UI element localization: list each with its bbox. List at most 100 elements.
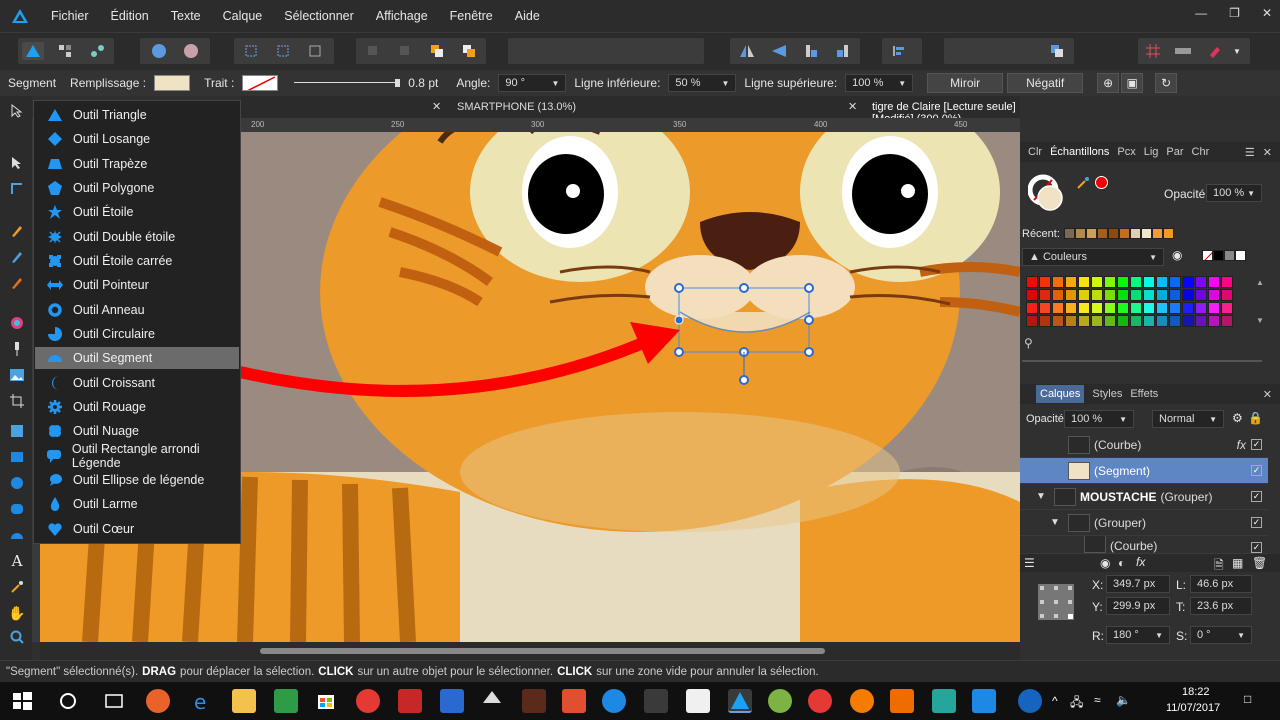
tool-polygon[interactable]: Outil Polygone xyxy=(35,177,239,199)
palette-swatch[interactable] xyxy=(1052,289,1064,301)
menu-view[interactable]: Affichage xyxy=(365,9,439,23)
recent-swatch[interactable] xyxy=(1152,228,1163,239)
scroll-down-icon[interactable]: ▼ xyxy=(1256,316,1264,325)
minimize-icon[interactable]: — xyxy=(1195,6,1207,20)
expand-icon[interactable]: ▼ xyxy=(1050,517,1068,528)
tool-ring[interactable]: Outil Anneau xyxy=(35,299,239,321)
designer-persona-icon[interactable] xyxy=(22,42,44,60)
hand-tool-icon[interactable]: ✋ xyxy=(8,604,26,622)
color-app-icon[interactable] xyxy=(932,689,956,713)
segment-tool-icon[interactable] xyxy=(8,526,26,544)
opacity-dropdown[interactable]: 100 % ▼ xyxy=(1206,184,1262,202)
palette-swatch[interactable] xyxy=(1169,276,1181,288)
brush-tool-icon[interactable] xyxy=(8,274,26,292)
palette-swatch[interactable] xyxy=(1039,289,1051,301)
tool-square-star[interactable]: Outil Étoile carrée xyxy=(35,250,239,272)
shear-dropdown[interactable]: 0 ° ▼ xyxy=(1190,626,1252,644)
stroke-swatch[interactable] xyxy=(242,75,279,91)
viewer-icon[interactable] xyxy=(890,689,914,713)
fill-tool-icon[interactable] xyxy=(8,314,26,332)
panel-menu-icon[interactable]: ☰ xyxy=(1245,146,1255,159)
clock-date[interactable]: 11/07/2017 xyxy=(1166,702,1220,714)
layer-row[interactable]: ▼ (Grouper) ✓ xyxy=(1020,510,1268,536)
node-tool-icon[interactable] xyxy=(8,154,26,172)
palette-swatch[interactable] xyxy=(1182,315,1194,327)
pixel-persona-icon[interactable] xyxy=(54,42,76,60)
mail-icon[interactable] xyxy=(602,689,626,713)
palette-swatch[interactable] xyxy=(1104,289,1116,301)
move-tool-icon[interactable] xyxy=(8,102,26,120)
select-bounds-icon[interactable] xyxy=(240,42,262,60)
rectangle-tool-icon[interactable] xyxy=(8,448,26,466)
crop-tool-icon[interactable] xyxy=(8,392,26,410)
palette-options-icon[interactable]: ◉ xyxy=(1172,248,1182,262)
firefox-icon[interactable] xyxy=(146,689,170,713)
maximize-icon[interactable]: ❐ xyxy=(1229,6,1240,20)
recent-swatch[interactable] xyxy=(1075,228,1086,239)
tool-diamond[interactable]: Outil Losange xyxy=(35,128,239,150)
flip-vertical-icon[interactable] xyxy=(768,42,790,60)
recent-swatch[interactable] xyxy=(1097,228,1108,239)
palette-swatch[interactable] xyxy=(1026,276,1038,288)
ruler-icon[interactable] xyxy=(1172,42,1194,60)
group-icon[interactable]: ▦ xyxy=(1232,556,1243,570)
search-icon[interactable]: ⚲ xyxy=(1024,336,1033,350)
layer-row[interactable]: (Segment) ✓ xyxy=(1020,458,1268,484)
fill-swatch[interactable] xyxy=(154,75,191,91)
close-panel-icon[interactable]: ✕ xyxy=(1263,388,1272,401)
palette-swatch[interactable] xyxy=(1039,302,1051,314)
tab-effects[interactable]: Effets xyxy=(1130,388,1158,400)
settings-icon[interactable]: ⚙ xyxy=(1232,411,1243,425)
recent-swatch[interactable] xyxy=(1141,228,1152,239)
menu-help[interactable]: Aide xyxy=(504,9,551,23)
grid-icon[interactable] xyxy=(1142,42,1164,60)
tool-cog[interactable]: Outil Rouage xyxy=(35,396,239,418)
eyedropper-icon[interactable] xyxy=(8,578,26,596)
clock-time[interactable]: 18:22 xyxy=(1182,686,1210,698)
layers-stack-icon[interactable]: ☰ xyxy=(1024,556,1035,570)
windows-start-icon[interactable] xyxy=(10,689,34,713)
palette-swatch[interactable] xyxy=(1156,302,1168,314)
gray-swatch[interactable] xyxy=(1224,250,1235,261)
tray-up-icon[interactable]: ^ xyxy=(1052,694,1058,708)
burner-icon[interactable] xyxy=(850,689,874,713)
current-color-swatch[interactable] xyxy=(1095,176,1108,189)
tab-layers[interactable]: Calques xyxy=(1036,385,1085,403)
palette-swatch[interactable] xyxy=(1091,289,1103,301)
t-app-icon[interactable] xyxy=(808,689,832,713)
black-swatch[interactable] xyxy=(1213,250,1224,261)
recent-swatch[interactable] xyxy=(1130,228,1141,239)
menu-text[interactable]: Texte xyxy=(160,9,212,23)
expand-icon[interactable]: ▼ xyxy=(1036,491,1054,502)
photo-app-icon[interactable] xyxy=(398,689,422,713)
rotation-dropdown[interactable]: 180 ° ▼ xyxy=(1106,626,1170,644)
visibility-checkbox[interactable]: ✓ xyxy=(1251,439,1262,450)
palette-swatch[interactable] xyxy=(1026,315,1038,327)
font-app-icon[interactable] xyxy=(644,689,668,713)
palette-swatch[interactable] xyxy=(1130,315,1142,327)
publisher-icon[interactable] xyxy=(686,689,710,713)
rotate-right-icon[interactable] xyxy=(832,42,854,60)
palette-swatch[interactable] xyxy=(1039,276,1051,288)
palette-swatch[interactable] xyxy=(1039,315,1051,327)
task-view-icon[interactable] xyxy=(102,689,126,713)
palette-swatch[interactable] xyxy=(1065,315,1077,327)
layer-row[interactable]: ▼ MOUSTACHE (Grouper) ✓ xyxy=(1020,484,1268,510)
pen-tool-icon[interactable] xyxy=(8,222,26,240)
visibility-checkbox[interactable]: ✓ xyxy=(1251,517,1262,528)
close-tab-icon[interactable]: ✕ xyxy=(848,100,857,113)
tool-triangle[interactable]: Outil Triangle xyxy=(35,104,239,126)
tool-tear[interactable]: Outil Larme xyxy=(35,493,239,515)
palette-swatch[interactable] xyxy=(1026,289,1038,301)
palette-swatch[interactable] xyxy=(1065,302,1077,314)
palette-swatch[interactable] xyxy=(1052,315,1064,327)
close-panel-icon[interactable]: ✕ xyxy=(1263,146,1272,159)
stroke-width-slider[interactable] xyxy=(294,79,401,87)
tab-smartphone[interactable]: SMARTPHONE (13.0%) xyxy=(457,101,576,113)
layer-row[interactable]: (Courbe) ✓ xyxy=(1020,536,1268,554)
inkscape-icon[interactable] xyxy=(480,689,504,713)
palette-swatch[interactable] xyxy=(1078,289,1090,301)
paint-app-icon[interactable] xyxy=(972,689,996,713)
h-field[interactable]: 23.6 px xyxy=(1190,597,1252,615)
palette-swatch[interactable] xyxy=(1195,302,1207,314)
